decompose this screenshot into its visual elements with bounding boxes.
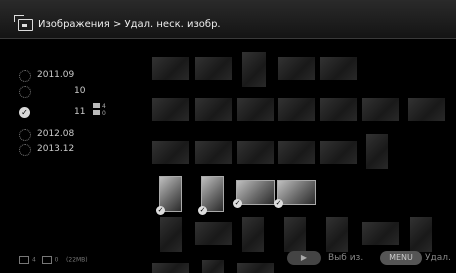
thumbnail-grid: ✓ ✓ ✓ ✓ — [152, 0, 456, 273]
radio-unchecked-icon[interactable] — [19, 144, 31, 156]
date-item-10[interactable]: 10 — [0, 83, 140, 99]
thumbnail-selected[interactable]: ✓ — [274, 180, 316, 208]
thumbnail[interactable] — [242, 52, 266, 87]
thumbnail[interactable] — [366, 134, 388, 169]
date-label: 2012.08 — [37, 129, 75, 139]
thumbnail[interactable] — [320, 57, 357, 80]
thumbnail[interactable] — [284, 217, 306, 252]
checkmark-icon: ✓ — [156, 206, 165, 215]
thumbnail[interactable] — [152, 263, 189, 273]
thumbnail[interactable] — [326, 217, 348, 252]
thumbnail[interactable] — [237, 263, 274, 273]
thumbnail[interactable] — [152, 141, 189, 164]
checkmark-icon: ✓ — [233, 199, 242, 208]
thumbnail-selected[interactable]: ✓ — [156, 176, 182, 215]
image-count-icon — [93, 103, 100, 108]
radio-unchecked-icon[interactable] — [19, 70, 31, 82]
thumbnail[interactable] — [278, 57, 315, 80]
thumbnail[interactable] — [278, 141, 315, 164]
menu-button[interactable]: MENU — [380, 251, 422, 265]
size-label: (22MB) — [66, 256, 88, 264]
thumbnail[interactable] — [237, 98, 274, 121]
thumbnail[interactable] — [160, 217, 182, 252]
date-label: 10 — [74, 86, 86, 96]
videos-count: 0 — [54, 256, 59, 264]
thumbnail[interactable] — [362, 98, 399, 121]
thumbnail[interactable] — [410, 217, 432, 252]
date-counts: 4 0 — [93, 103, 106, 117]
images-icon — [14, 15, 33, 31]
image-icon — [19, 256, 29, 264]
footer-status: 4 0 (22MB) — [19, 256, 88, 264]
date-item-11[interactable]: ✓ 11 4 0 — [0, 103, 140, 120]
video-count-icon — [93, 110, 100, 115]
thumbnail[interactable] — [320, 98, 357, 121]
thumbnail-selected[interactable]: ✓ — [198, 176, 224, 215]
thumbnail[interactable] — [195, 98, 232, 121]
thumbnail-selected[interactable]: ✓ — [233, 180, 275, 208]
images-count: 4 — [32, 256, 36, 264]
thumbnail[interactable] — [152, 57, 189, 80]
date-item-2013-12[interactable]: 2013.12 — [0, 141, 140, 157]
date-label: 2011.09 — [37, 70, 75, 80]
thumbnail[interactable] — [408, 98, 445, 121]
thumbnail[interactable] — [362, 222, 399, 245]
date-item-2012-08[interactable]: 2012.08 — [0, 126, 140, 142]
date-item-2011-09[interactable]: 2011.09 — [0, 67, 140, 83]
checkmark-icon: ✓ — [198, 206, 207, 215]
select-label: Выб из. — [328, 253, 364, 263]
thumbnail[interactable] — [195, 57, 232, 80]
video-icon — [41, 256, 52, 264]
date-label: 2013.12 — [37, 144, 75, 154]
thumbnail[interactable] — [195, 222, 232, 245]
play-icon: ▶ — [300, 253, 308, 262]
thumbnail[interactable] — [237, 141, 274, 164]
thumbnail[interactable] — [202, 260, 224, 273]
thumbnail[interactable] — [152, 98, 189, 121]
thumbnail[interactable] — [320, 141, 357, 164]
thumbnail[interactable] — [195, 141, 232, 164]
radio-unchecked-icon[interactable] — [19, 129, 31, 141]
checkmark-icon[interactable]: ✓ — [19, 107, 30, 118]
play-button[interactable]: ▶ — [287, 251, 321, 265]
radio-unchecked-icon[interactable] — [19, 86, 31, 98]
thumbnail[interactable] — [242, 217, 264, 252]
delete-label: Удал. — [425, 253, 451, 263]
date-label: 11 — [74, 107, 86, 117]
checkmark-icon: ✓ — [274, 199, 283, 208]
thumbnail[interactable] — [278, 98, 315, 121]
